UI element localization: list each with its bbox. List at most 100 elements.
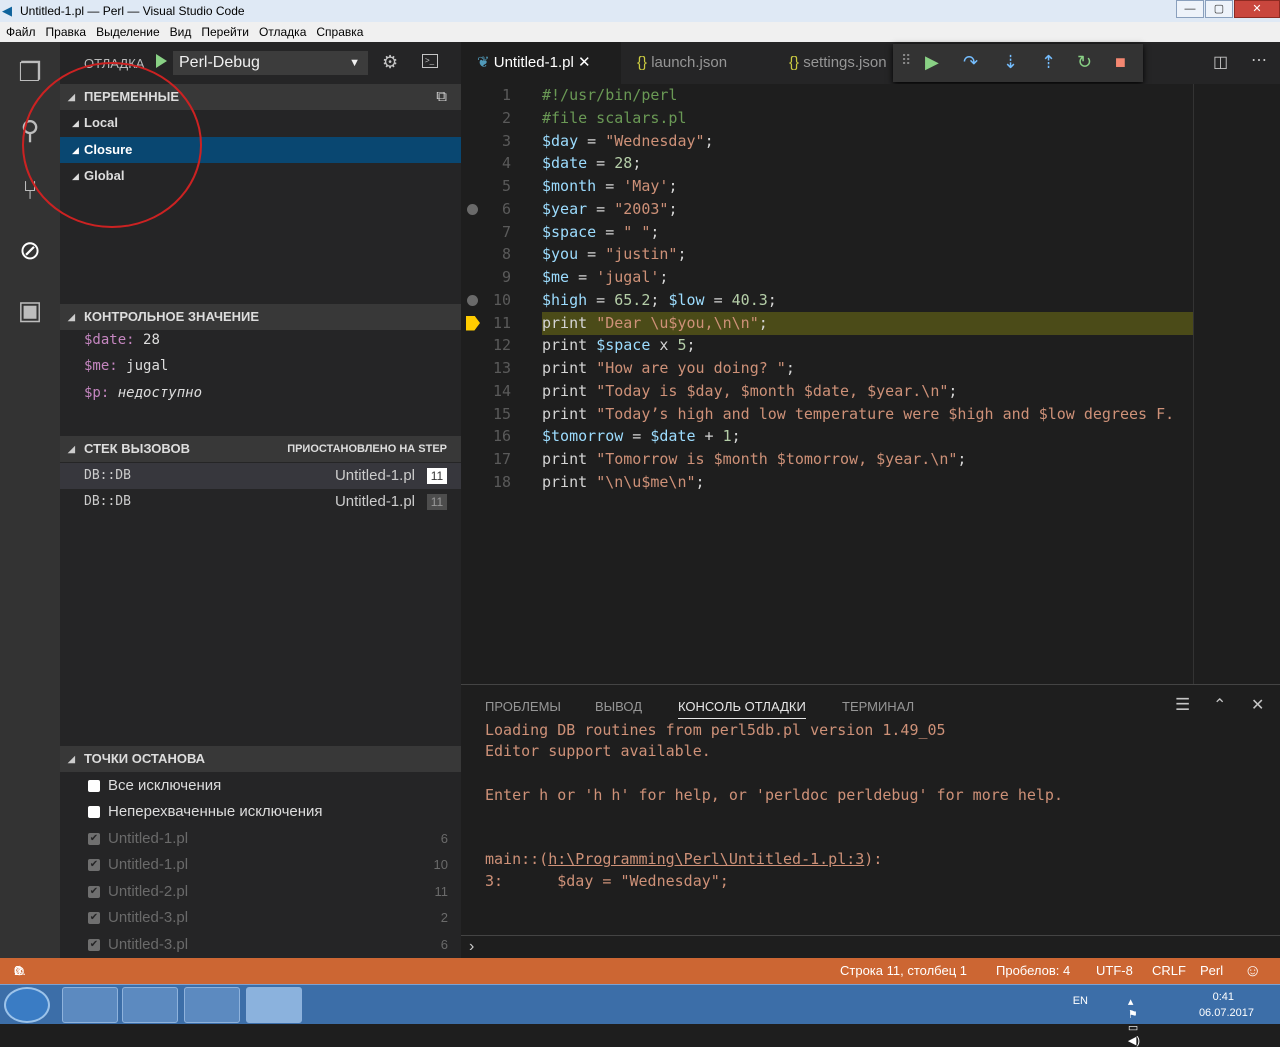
checkbox[interactable]: ✔ [88,859,100,871]
debug-icon[interactable]: ⊘ [12,232,48,268]
code-line[interactable]: 10 $high = 65.2; $low = 40.3; [461,289,1193,312]
maximize-button[interactable]: ▢ [1205,0,1233,18]
menu-debug[interactable]: Отладка [259,25,306,39]
code-line[interactable]: 6 $year = "2003"; [461,198,1193,221]
indentation[interactable]: Пробелов: 4 [996,958,1070,984]
more-actions-icon[interactable]: ⋯ [1251,50,1267,70]
tab-settings-json[interactable]: {} settings.json [773,42,893,84]
code-line[interactable]: 14 print "Today is $day, $month $date, $y… [461,380,1193,403]
menu-edit[interactable]: Правка [46,25,87,39]
breakpoint-item[interactable]: Неперехваченные исключения [88,799,448,825]
split-editor-icon[interactable]: ◫ [1213,52,1228,72]
code-text: print "\n\u$me\n"; [542,472,705,491]
taskbar-app-vscode-icon[interactable] [246,987,302,1023]
watch-item[interactable]: $date: 28 [84,332,160,348]
clock-time[interactable]: 0:41 [1213,991,1234,1003]
tab-output[interactable]: ВЫВОД [595,699,642,714]
checkbox[interactable]: ✔ [88,912,100,924]
code-line[interactable]: 5 $month = 'May'; [461,175,1193,198]
code-line[interactable]: 4 $date = 28; [461,152,1193,175]
breakpoints-header[interactable]: ◢ ТОЧКИ ОСТАНОВА [60,746,461,772]
restart-icon[interactable]: ↻ [1077,52,1092,73]
code-line[interactable]: 11 print "Dear \u$you,\n\n"; [461,311,1193,335]
stack-frame[interactable]: DB::DB Untitled-1.pl 11 [60,463,461,489]
breakpoint-item[interactable]: ✔ Untitled-1.pl 10 [88,852,448,878]
tab-problems[interactable]: ПРОБЛЕМЫ [485,699,561,714]
watch-header[interactable]: ◢ КОНТРОЛЬНОЕ ЗНАЧЕНИЕ [60,304,461,330]
tray-icons[interactable]: ▴ ⚑ ▭ ◀) [1128,995,1140,1047]
checkbox[interactable] [88,780,100,792]
debug-console-icon[interactable]: >_ [422,54,438,68]
tab-terminal[interactable]: ТЕРМИНАЛ [842,699,914,714]
console-input[interactable]: › [461,935,1280,959]
code-line[interactable]: 7 $space = " "; [461,221,1193,244]
code-text: $month = 'May'; [542,177,678,195]
explorer-icon[interactable]: ❐ [12,54,48,90]
collapse-all-icon[interactable]: ⧉ [436,84,447,110]
menu-view[interactable]: Вид [170,25,192,39]
code-line[interactable]: 1 #!/usr/bin/perl [461,84,1193,107]
step-out-icon[interactable]: ⇡ [1041,52,1056,73]
cursor-position[interactable]: Строка 11, столбец 1 [840,958,967,984]
start-debug-button[interactable] [156,54,167,68]
menu-go[interactable]: Перейти [201,25,249,39]
checkbox[interactable]: ✔ [88,939,100,951]
breakpoint-item[interactable]: ✔ Untitled-3.pl 2 [88,905,448,931]
breakpoint-item[interactable]: ✔ Untitled-1.pl 6 [88,826,448,852]
menu-file[interactable]: Файл [6,25,36,39]
checkbox[interactable] [88,806,100,818]
taskbar-app-calculator-icon[interactable] [122,987,178,1023]
debug-config-select[interactable]: Perl-Debug ▼ [173,51,368,75]
close-icon[interactable]: ✕ [578,54,591,71]
code-line[interactable]: 8 $you = "justin"; [461,243,1193,266]
code-line[interactable]: 3 $day = "Wednesday"; [461,130,1193,153]
minimize-button[interactable]: — [1176,0,1204,18]
tab-untitled-1[interactable]: ❦ Untitled-1.pl ✕ [461,42,621,84]
breakpoint-item[interactable]: ✔ Untitled-2.pl 11 [88,879,448,905]
gear-icon[interactable]: ⚙ [382,52,398,73]
stack-frame[interactable]: DB::DB Untitled-1.pl 11 [60,489,461,515]
step-into-icon[interactable]: ⇣ [1003,52,1018,73]
checkbox[interactable]: ✔ [88,833,100,845]
clear-console-icon[interactable]: ☰ [1175,695,1190,715]
code-line[interactable]: 2 #file scalars.pl [461,107,1193,130]
step-over-icon[interactable]: ↷ [963,52,978,73]
code-line[interactable]: 13 print "How are you doing? "; [461,357,1193,380]
input-language[interactable]: EN [1073,995,1088,1007]
callstack-header[interactable]: ◢ СТЕК ВЫЗОВОВ ПРИОСТАНОВЛЕНО НА STEP [60,436,461,462]
line-ending[interactable]: CRLF [1152,958,1186,984]
maximize-panel-icon[interactable]: ⌃ [1213,695,1226,715]
code-line[interactable]: 12 print $space x 5; [461,334,1193,357]
breakpoint-item[interactable]: Все исключения [88,773,448,799]
watch-item[interactable]: $p: недоступно [84,385,202,401]
breakpoint-item[interactable]: ✔ Untitled-3.pl 6 [88,932,448,958]
code-line[interactable]: 15 print "Today’s high and low temperatur… [461,403,1193,426]
code-line[interactable]: 18 print "\n\u$me\n"; [461,471,1193,494]
stop-icon[interactable]: ■ [1115,52,1126,73]
language-mode[interactable]: Perl [1200,958,1223,984]
code-line[interactable]: 9 $me = 'jugal'; [461,266,1193,289]
menu-selection[interactable]: Выделение [96,25,160,39]
code-editor[interactable]: 1 #!/usr/bin/perl 2 #file scalars.pl 3 $day =… [461,84,1193,684]
code-line[interactable]: 17 print "Tomorrow is $month $tomorrow, $… [461,448,1193,471]
tab-debug-console[interactable]: КОНСОЛЬ ОТЛАДКИ [678,699,806,719]
clock-date[interactable]: 06.07.2017 [1199,1007,1254,1019]
continue-icon[interactable]: ▶ [925,52,939,73]
feedback-smiley-icon[interactable]: ☺ [1244,958,1261,984]
extensions-icon[interactable]: ▣ [12,292,48,328]
code-line[interactable]: 16 $tomorrow = $date + 1; [461,425,1193,448]
close-window-button[interactable]: ✕ [1234,0,1280,18]
frame-line-badge: 11 [427,494,447,510]
taskbar-app-cmd-icon[interactable] [184,987,240,1023]
watch-item[interactable]: $me: jugal [84,358,168,374]
close-panel-icon[interactable]: ✕ [1251,695,1264,715]
menu-help[interactable]: Справка [316,25,363,39]
drag-handle-icon[interactable]: ⠿ [901,52,911,69]
source-link[interactable]: h:\Programming\Perl\Untitled-1.pl:3 [548,850,864,868]
checkbox[interactable]: ✔ [88,886,100,898]
minimap[interactable] [1193,84,1280,684]
taskbar-app-globe-icon[interactable] [62,987,118,1023]
encoding[interactable]: UTF-8 [1096,958,1133,984]
start-button[interactable] [4,987,50,1023]
tab-launch-json[interactable]: {} launch.json [621,42,771,84]
